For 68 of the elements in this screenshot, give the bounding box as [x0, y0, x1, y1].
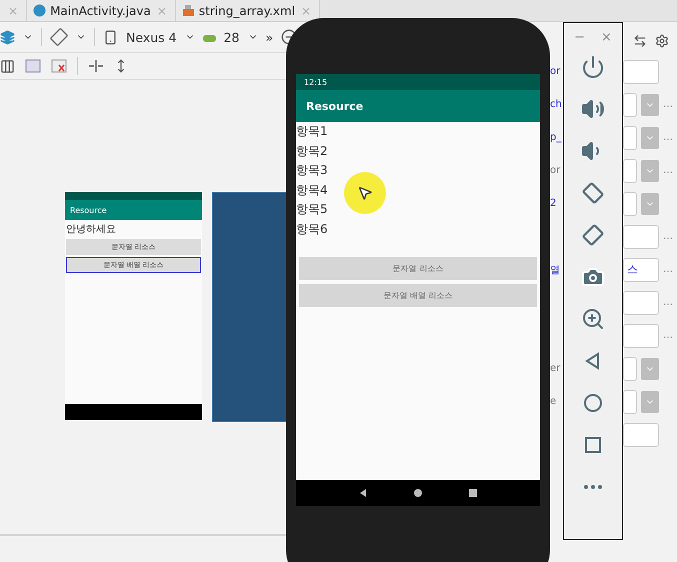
more-button[interactable]: …	[663, 330, 677, 341]
more-button[interactable]: …	[663, 264, 677, 275]
error-field-icon[interactable]	[51, 59, 67, 73]
layers-icon[interactable]	[0, 30, 15, 44]
app-bar-title: Resource	[296, 90, 540, 122]
device-selector[interactable]: Nexus 4	[126, 30, 177, 44]
list-item: 항목4	[296, 182, 328, 198]
horizontal-spacing-icon[interactable]	[88, 60, 104, 72]
property-field[interactable]	[623, 92, 637, 116]
property-label: or	[550, 165, 560, 176]
property-field[interactable]	[623, 126, 637, 150]
list-item: 항목6	[296, 220, 328, 238]
api-level-selector[interactable]: 28	[224, 30, 240, 44]
property-field[interactable]	[623, 290, 659, 314]
property-field[interactable]	[623, 192, 637, 216]
more-button[interactable]: …	[663, 99, 677, 110]
list-item: 항목1	[296, 123, 328, 140]
home-icon[interactable]	[581, 391, 605, 415]
app-button[interactable]: 문자열 리소스	[299, 257, 537, 280]
property-field[interactable]	[623, 390, 637, 414]
list-item: 항목2	[296, 142, 328, 160]
property-label: e	[550, 396, 556, 407]
list-item: 항목5	[296, 201, 328, 218]
editor-tab[interactable]: MainActivity.java ×	[27, 0, 176, 21]
more-button[interactable]: …	[663, 165, 677, 176]
status-time: 12:15	[304, 78, 328, 86]
property-label: 2	[550, 198, 556, 209]
cursor-icon	[357, 185, 373, 201]
xml-file-icon	[182, 4, 195, 17]
preview-app-title: Resource	[65, 200, 202, 220]
property-label: 열	[550, 264, 560, 276]
rotate-left-icon[interactable]	[581, 181, 605, 205]
property-label: ch	[550, 99, 562, 110]
back-icon[interactable]	[358, 488, 368, 498]
overflow-button[interactable]: »	[266, 30, 274, 44]
property-field[interactable]	[623, 324, 659, 348]
property-field[interactable]	[623, 224, 659, 248]
property-label: or	[550, 66, 560, 77]
property-field[interactable]	[623, 356, 637, 380]
close-button[interactable]: ×	[601, 30, 612, 44]
columns-icon[interactable]	[0, 58, 15, 74]
property-field[interactable]	[623, 60, 659, 84]
property-field[interactable]	[623, 158, 637, 182]
rotate-right-icon[interactable]	[581, 223, 605, 247]
text-field-icon[interactable]	[25, 59, 41, 73]
camera-icon[interactable]	[581, 265, 605, 289]
app-button[interactable]: 문자열 배열 리소스	[299, 284, 537, 307]
swap-icon[interactable]	[633, 34, 647, 48]
more-button[interactable]: …	[663, 231, 677, 242]
volume-up-icon[interactable]	[581, 97, 605, 121]
editor-tab[interactable]: string_array.xml ×	[176, 0, 320, 21]
orientation-icon[interactable]	[50, 28, 68, 46]
settings-icon[interactable]	[655, 34, 669, 48]
more-button[interactable]: …	[663, 132, 677, 143]
phone-icon[interactable]	[103, 30, 118, 44]
zoom-icon[interactable]	[581, 307, 605, 331]
class-icon	[33, 4, 46, 17]
recents-icon[interactable]	[468, 488, 478, 498]
preview-label: 안녕하세요	[65, 223, 117, 237]
property-label: er	[550, 363, 560, 374]
home-icon[interactable]	[412, 488, 423, 498]
minimize-button[interactable]: −	[574, 30, 585, 44]
property-label: p_	[550, 132, 562, 143]
list-item: 항목3	[296, 162, 328, 179]
more-button[interactable]: …	[663, 297, 677, 308]
property-field[interactable]	[623, 422, 659, 446]
property-field[interactable]: 스	[623, 258, 659, 282]
power-icon[interactable]	[581, 55, 605, 79]
